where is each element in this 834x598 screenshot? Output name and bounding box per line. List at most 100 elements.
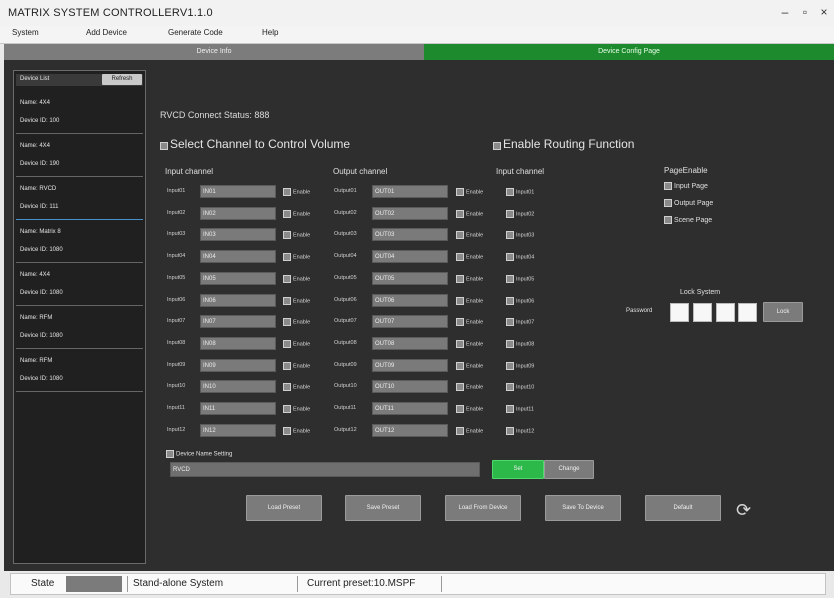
output-channel-field[interactable]: OUT12 — [372, 424, 448, 437]
output-enable-checkbox[interactable]: Enable — [456, 188, 483, 196]
device-item[interactable]: Name: 4X4 Device ID: 1080 — [16, 265, 143, 306]
routing-input-checkbox[interactable]: Input01 — [506, 188, 534, 196]
menu-help[interactable]: Help — [262, 28, 278, 37]
input-channel-field[interactable]: IN11 — [200, 402, 276, 415]
output-enable-checkbox[interactable]: Enable — [456, 297, 483, 305]
input-channel-field[interactable]: IN01 — [200, 185, 276, 198]
output-page-checkbox[interactable]: Output Page — [664, 199, 713, 207]
device-item[interactable]: Name: RFM Device ID: 1080 — [16, 351, 143, 392]
input-enable-checkbox[interactable]: Enable — [283, 297, 310, 305]
input-enable-checkbox[interactable]: Enable — [283, 188, 310, 196]
lock-button[interactable]: Lock — [763, 302, 803, 322]
routing-input-checkbox[interactable]: Input07 — [506, 318, 534, 326]
input-enable-checkbox[interactable]: Enable — [283, 362, 310, 370]
menu-add-device[interactable]: Add Device — [86, 28, 127, 37]
input-channel-field[interactable]: IN10 — [200, 380, 276, 393]
input-enable-checkbox[interactable]: Enable — [283, 253, 310, 261]
input-enable-checkbox[interactable]: Enable — [283, 210, 310, 218]
routing-input-checkbox[interactable]: Input10 — [506, 383, 534, 391]
output-enable-checkbox[interactable]: Enable — [456, 210, 483, 218]
input-channel-field[interactable]: IN07 — [200, 315, 276, 328]
load-from-device-button[interactable]: Load From Device — [445, 495, 521, 521]
input-channel-field[interactable]: IN08 — [200, 337, 276, 350]
routing-function-checkbox[interactable]: Enable Routing Function — [493, 137, 634, 151]
output-enable-checkbox[interactable]: Enable — [456, 405, 483, 413]
input-channel-label: Input10 — [167, 383, 186, 389]
routing-input-checkbox-label: Input12 — [516, 428, 535, 435]
input-enable-checkbox[interactable]: Enable — [283, 427, 310, 435]
volume-control-checkbox[interactable]: Select Channel to Control Volume — [160, 137, 350, 151]
routing-input-checkbox[interactable]: Input06 — [506, 297, 534, 305]
refresh-button[interactable]: Refresh — [102, 74, 142, 85]
output-channel-field[interactable]: OUT04 — [372, 250, 448, 263]
input-enable-checkbox[interactable]: Enable — [283, 231, 310, 239]
output-channel-field[interactable]: OUT05 — [372, 272, 448, 285]
output-enable-checkbox[interactable]: Enable — [456, 231, 483, 239]
password-digit-4[interactable] — [738, 303, 757, 322]
device-name-setting-checkbox[interactable]: Device Name Setting — [166, 450, 232, 458]
input-page-checkbox[interactable]: Input Page — [664, 182, 708, 190]
output-channel-field[interactable]: OUT03 — [372, 228, 448, 241]
output-enable-checkbox[interactable]: Enable — [456, 362, 483, 370]
menu-generate-code[interactable]: Generate Code — [168, 28, 223, 37]
input-enable-checkbox[interactable]: Enable — [283, 340, 310, 348]
device-item[interactable]: Name: RFM Device ID: 1080 — [16, 308, 143, 349]
input-channel-field[interactable]: IN04 — [200, 250, 276, 263]
output-enable-checkbox[interactable]: Enable — [456, 383, 483, 391]
minimize-icon[interactable]: – — [776, 4, 794, 20]
routing-input-checkbox[interactable]: Input11 — [506, 405, 534, 413]
default-button[interactable]: Default — [645, 495, 721, 521]
output-channel-field[interactable]: OUT02 — [372, 207, 448, 220]
close-icon[interactable]: × — [815, 4, 833, 20]
input-enable-checkbox[interactable]: Enable — [283, 405, 310, 413]
tab-device-info[interactable]: Device Info — [4, 44, 424, 60]
output-channel-field[interactable]: OUT08 — [372, 337, 448, 350]
routing-input-checkbox[interactable]: Input08 — [506, 340, 534, 348]
password-digit-1[interactable] — [670, 303, 689, 322]
input-channel-field[interactable]: IN12 — [200, 424, 276, 437]
set-name-button[interactable]: Set — [492, 460, 544, 479]
input-channel-field[interactable]: IN03 — [200, 228, 276, 241]
output-enable-checkbox[interactable]: Enable — [456, 427, 483, 435]
input-enable-checkbox[interactable]: Enable — [283, 318, 310, 326]
output-channel-field[interactable]: OUT06 — [372, 294, 448, 307]
output-channel-field[interactable]: OUT07 — [372, 315, 448, 328]
checkbox-icon — [283, 188, 291, 196]
input-enable-checkbox[interactable]: Enable — [283, 275, 310, 283]
output-channel-field[interactable]: OUT11 — [372, 402, 448, 415]
input-enable-checkbox[interactable]: Enable — [283, 383, 310, 391]
input-channel-field[interactable]: IN09 — [200, 359, 276, 372]
output-channel-field[interactable]: OUT09 — [372, 359, 448, 372]
change-name-button[interactable]: Change — [544, 460, 594, 479]
output-enable-checkbox[interactable]: Enable — [456, 318, 483, 326]
maximize-icon[interactable]: ▫ — [796, 4, 814, 20]
device-name-input[interactable]: RVCD — [170, 462, 480, 477]
output-channel-field[interactable]: OUT01 — [372, 185, 448, 198]
routing-input-checkbox[interactable]: Input04 — [506, 253, 534, 261]
load-preset-button[interactable]: Load Preset — [246, 495, 322, 521]
routing-input-checkbox[interactable]: Input03 — [506, 231, 534, 239]
output-enable-checkbox[interactable]: Enable — [456, 340, 483, 348]
device-item[interactable]: Name: 4X4 Device ID: 100 — [16, 93, 143, 134]
save-to-device-button[interactable]: Save To Device — [545, 495, 621, 521]
routing-input-checkbox[interactable]: Input12 — [506, 427, 534, 435]
output-channel-label: Output05 — [334, 275, 357, 281]
output-channel-field[interactable]: OUT10 — [372, 380, 448, 393]
device-item-selected[interactable]: Name: RVCD Device ID: 111 — [16, 179, 143, 220]
output-enable-checkbox[interactable]: Enable — [456, 253, 483, 261]
routing-input-checkbox[interactable]: Input02 — [506, 210, 534, 218]
device-item[interactable]: Name: 4X4 Device ID: 190 — [16, 136, 143, 177]
output-enable-checkbox[interactable]: Enable — [456, 275, 483, 283]
password-digit-2[interactable] — [693, 303, 712, 322]
device-item[interactable]: Name: Matrix 8 Device ID: 1080 — [16, 222, 143, 263]
save-preset-button[interactable]: Save Preset — [345, 495, 421, 521]
input-channel-field[interactable]: IN05 — [200, 272, 276, 285]
routing-input-checkbox[interactable]: Input09 — [506, 362, 534, 370]
routing-input-checkbox[interactable]: Input05 — [506, 275, 534, 283]
input-channel-field[interactable]: IN02 — [200, 207, 276, 220]
scene-page-checkbox[interactable]: Scene Page — [664, 216, 712, 224]
tab-device-config-page[interactable]: Device Config Page — [424, 44, 834, 60]
password-digit-3[interactable] — [716, 303, 735, 322]
input-channel-field[interactable]: IN06 — [200, 294, 276, 307]
menu-system[interactable]: System — [12, 28, 39, 37]
